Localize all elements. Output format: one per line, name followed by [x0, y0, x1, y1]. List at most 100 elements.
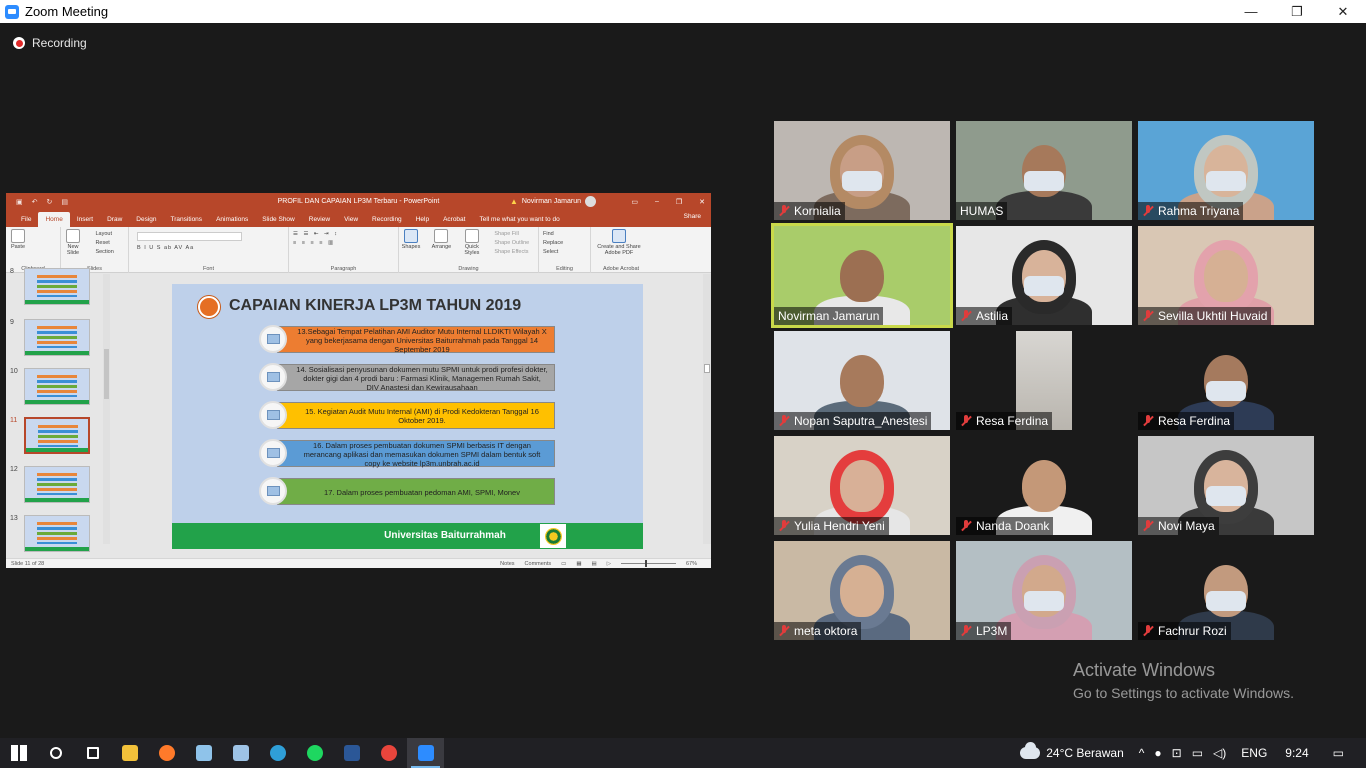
ppt-minimize-icon[interactable]: –: [655, 198, 659, 206]
weather-widget[interactable]: 24°C Berawan: [1020, 742, 1124, 760]
reset-button[interactable]: Reset: [95, 239, 113, 248]
language-indicator[interactable]: ENG: [1241, 746, 1267, 760]
task-view-taskbar-button[interactable]: [74, 738, 111, 768]
participant-video-tile[interactable]: Sevilla Ukhtil Huvaid: [1138, 226, 1314, 325]
slide-thumbnail[interactable]: 9: [8, 319, 90, 356]
editor-scrollbar[interactable]: [703, 274, 711, 544]
tab-help[interactable]: Help: [409, 212, 436, 227]
participant-video-tile[interactable]: Nopan Saputra_Anestesi: [774, 331, 950, 430]
zoom-taskbar-button[interactable]: [407, 738, 444, 768]
tab-view[interactable]: View: [337, 212, 365, 227]
clock[interactable]: 9:24: [1285, 746, 1308, 760]
start-taskbar-button[interactable]: [0, 738, 37, 768]
section-button[interactable]: Section: [95, 248, 113, 257]
tab-review[interactable]: Review: [302, 212, 337, 227]
slide-list-item[interactable]: 16. Dalam proses pembuatan dokumen SPMI …: [259, 438, 555, 468]
network-icon[interactable]: ⊡: [1172, 746, 1182, 760]
shape-effects-button[interactable]: Shape Effects: [494, 248, 529, 257]
slide-list-item[interactable]: 13.Sebagai Tempat Pelatihan AMI Auditor …: [259, 324, 555, 354]
search-taskbar-button[interactable]: [37, 738, 74, 768]
volume-icon[interactable]: ◁): [1213, 746, 1226, 760]
current-slide[interactable]: CAPAIAN KINERJA LP3M TAHUN 2019 13.Sebag…: [172, 284, 643, 549]
participant-video-tile[interactable]: Resa Ferdina: [1138, 331, 1314, 430]
slide-thumbnail[interactable]: 8: [8, 268, 90, 305]
minimize-button[interactable]: —: [1228, 0, 1274, 23]
tab-file[interactable]: File: [14, 212, 38, 227]
participant-video-tile[interactable]: Rahma Triyana: [1138, 121, 1314, 220]
tab-design[interactable]: Design: [129, 212, 163, 227]
sorter-view-icon[interactable]: ▦: [576, 561, 581, 567]
participant-video-tile[interactable]: Astilia: [956, 226, 1132, 325]
font-name-box[interactable]: [137, 232, 242, 241]
arrange-button[interactable]: Arrange: [429, 227, 453, 250]
tab-acrobat[interactable]: Acrobat: [436, 212, 472, 227]
tab-draw[interactable]: Draw: [100, 212, 129, 227]
find-button[interactable]: Find: [543, 230, 586, 239]
replace-button[interactable]: Replace: [543, 239, 586, 248]
chevron-up-icon[interactable]: ^: [1139, 746, 1145, 760]
slideshow-icon[interactable]: ▷: [607, 561, 611, 567]
slide-thumbnail[interactable]: 11: [8, 417, 90, 454]
edge-taskbar-button[interactable]: [259, 738, 296, 768]
tab-home[interactable]: Home: [38, 212, 70, 227]
slide-thumbnail[interactable]: 13: [8, 515, 90, 552]
participant-video-tile[interactable]: Novirman Jamarun: [771, 223, 953, 328]
tab-animations[interactable]: Animations: [209, 212, 255, 227]
microphone-icon[interactable]: ●: [1154, 746, 1161, 760]
avatar[interactable]: [585, 196, 596, 207]
tell-me-search[interactable]: Tell me what you want to do: [472, 212, 566, 227]
shapes-button[interactable]: Shapes: [399, 227, 423, 250]
slide-list-item[interactable]: 14. Sosialisasi penyusunan dokumen mutu …: [259, 362, 555, 392]
participant-video-tile[interactable]: Resa Ferdina: [956, 331, 1132, 430]
zoom-slider[interactable]: [620, 560, 676, 567]
word-taskbar-button[interactable]: [333, 738, 370, 768]
participant-video-tile[interactable]: Fachrur Rozi: [1138, 541, 1314, 640]
tab-recording[interactable]: Recording: [365, 212, 409, 227]
ppt-close-icon[interactable]: ✕: [699, 198, 705, 206]
comments-button[interactable]: Comments: [525, 561, 552, 567]
select-button[interactable]: Select: [543, 248, 586, 257]
display-icon[interactable]: ▭: [1192, 746, 1203, 760]
participant-video-tile[interactable]: meta oktora: [774, 541, 950, 640]
shape-outline-button[interactable]: Shape Outline: [494, 239, 529, 248]
spotify-taskbar-button[interactable]: [296, 738, 333, 768]
normal-view-icon[interactable]: ▭: [561, 561, 566, 567]
ppt-restore-icon[interactable]: ❐: [676, 198, 682, 206]
file-explorer-taskbar-button[interactable]: [111, 738, 148, 768]
tab-transitions[interactable]: Transitions: [164, 212, 210, 227]
chrome-taskbar-button[interactable]: [370, 738, 407, 768]
recording-indicator[interactable]: Recording: [13, 36, 87, 50]
restore-button[interactable]: ❐: [1274, 0, 1320, 23]
notifications-icon[interactable]: ▭: [1333, 746, 1344, 760]
notepad-taskbar-button[interactable]: [222, 738, 259, 768]
participant-video-tile[interactable]: Novi Maya: [1138, 436, 1314, 535]
paint-taskbar-button[interactable]: [185, 738, 222, 768]
participant-video-tile[interactable]: HUMAS: [956, 121, 1132, 220]
thumbnail-image: [24, 368, 90, 405]
font-format-buttons[interactable]: B I U S ab AV Aa: [133, 241, 288, 256]
share-button[interactable]: Share: [684, 213, 701, 220]
slide-list-item[interactable]: 17. Dalam proses pembuatan pedoman AMI, …: [259, 476, 555, 506]
close-button[interactable]: ✕: [1320, 0, 1366, 23]
new-slide-button[interactable]: New Slide: [61, 227, 85, 256]
slide-thumbnail[interactable]: 10: [8, 368, 90, 405]
participant-video-tile[interactable]: Yulia Hendri Yeni: [774, 436, 950, 535]
tab-insert[interactable]: Insert: [70, 212, 100, 227]
ribbon-display-icon[interactable]: ▭: [631, 198, 638, 206]
firefox-taskbar-button[interactable]: [148, 738, 185, 768]
record-icon: [13, 37, 25, 49]
reading-view-icon[interactable]: ▤: [592, 561, 597, 567]
participant-video-tile[interactable]: Nanda Doank: [956, 436, 1132, 535]
quick-styles-button[interactable]: Quick Styles: [460, 227, 484, 256]
slide-thumbnail[interactable]: 12: [8, 466, 90, 503]
paste-button[interactable]: Paste: [6, 227, 30, 250]
tab-slide-show[interactable]: Slide Show: [255, 212, 302, 227]
shape-fill-button[interactable]: Shape Fill: [494, 230, 529, 239]
create-pdf-button[interactable]: Create and Share Adobe PDF: [591, 227, 647, 256]
slide-list-item[interactable]: 15. Kegiatan Audit Mutu Internal (AMI) d…: [259, 400, 555, 430]
participant-video-tile[interactable]: LP3M: [956, 541, 1132, 640]
notes-button[interactable]: Notes: [500, 561, 514, 567]
participant-video-tile[interactable]: Kornialia: [774, 121, 950, 220]
layout-button[interactable]: Layout: [95, 230, 113, 239]
thumbnail-scrollbar[interactable]: [103, 274, 110, 544]
